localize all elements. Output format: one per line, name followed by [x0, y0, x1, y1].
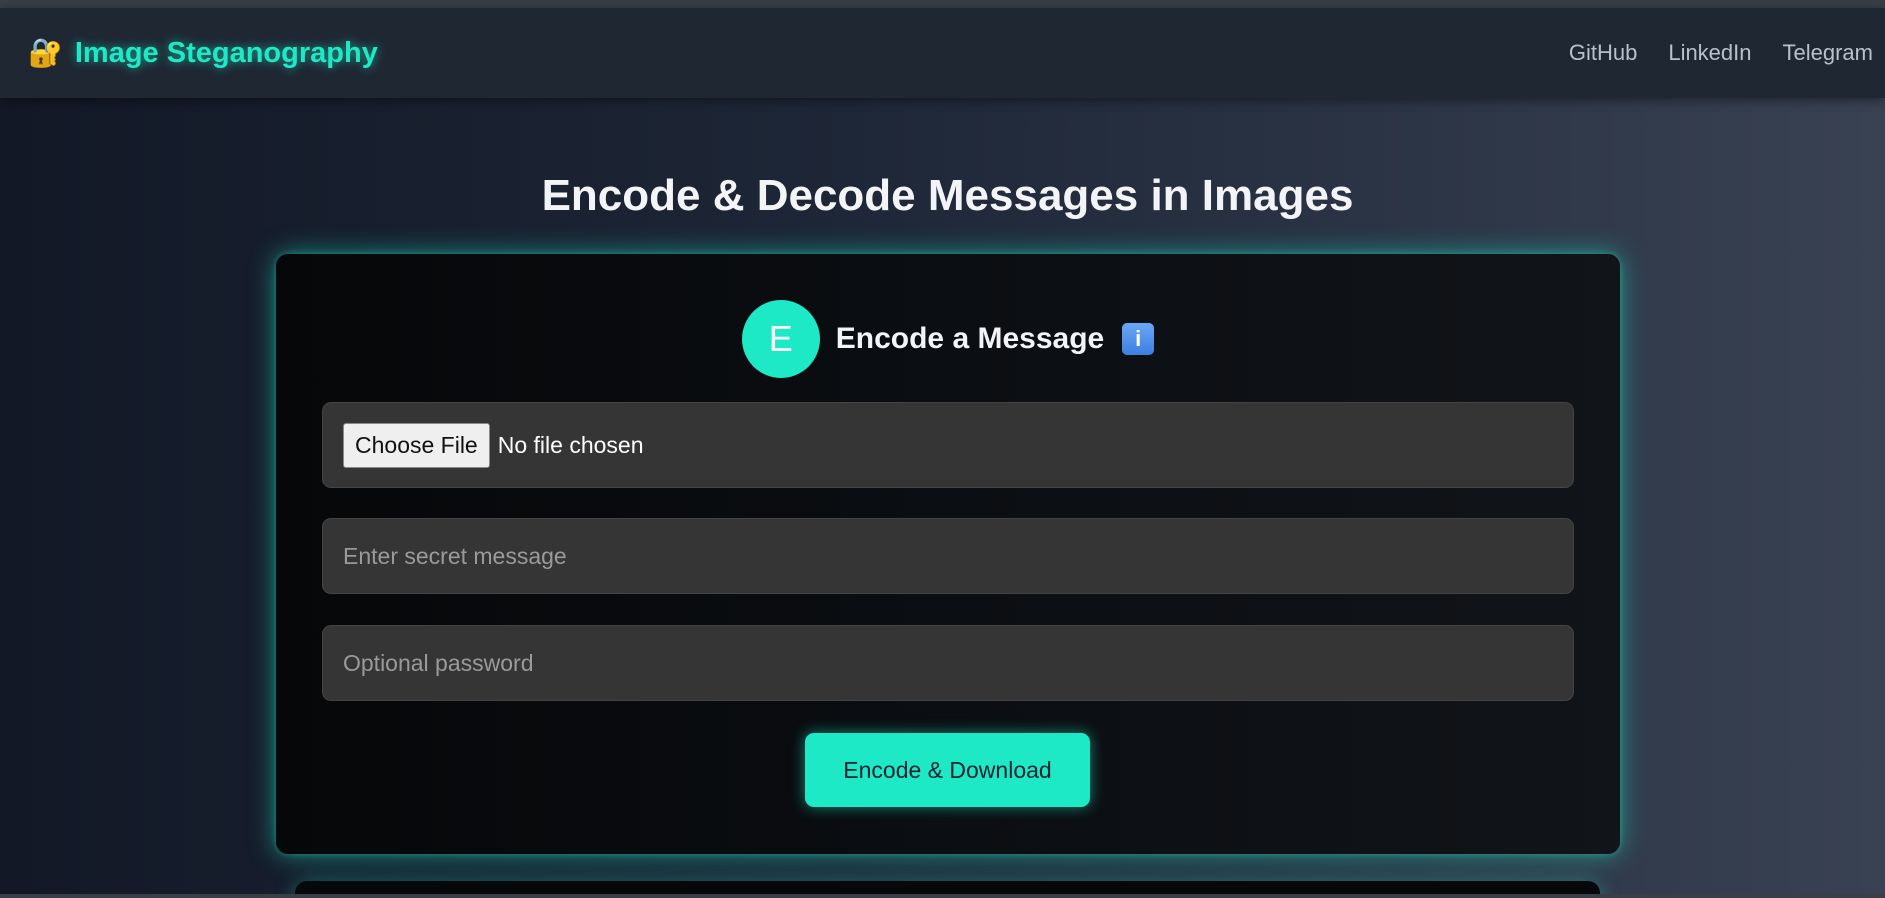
- file-status-text: No file chosen: [497, 431, 644, 458]
- brand[interactable]: 🔐 Image Steganography: [28, 37, 378, 70]
- password-field[interactable]: [322, 625, 1574, 701]
- encode-card-title: Encode a Message: [835, 322, 1105, 355]
- page: 🔐 Image Steganography GitHub LinkedIn Te…: [0, 0, 1885, 898]
- password-input[interactable]: [323, 626, 1573, 700]
- browser-bottom-strip: [0, 894, 1885, 898]
- encode-badge: E: [741, 300, 820, 378]
- secret-message-field[interactable]: [322, 518, 1574, 594]
- browser-top-strip: [0, 0, 1885, 8]
- lock-with-key-icon: 🔐: [28, 37, 63, 68]
- info-icon[interactable]: i: [1122, 323, 1155, 355]
- encode-card-header: E Encode a Message i: [276, 300, 1620, 378]
- page-title: Encode & Decode Messages in Images: [541, 171, 1354, 220]
- secret-message-input[interactable]: [323, 519, 1573, 593]
- nav-link-github[interactable]: GitHub: [1569, 40, 1637, 66]
- encode-card: E Encode a Message i Choose File No file…: [276, 254, 1620, 854]
- nav-link-telegram[interactable]: Telegram: [1783, 40, 1873, 66]
- file-input-field[interactable]: Choose File No file chosen: [322, 402, 1574, 488]
- nav-links: GitHub LinkedIn Telegram: [1569, 40, 1873, 66]
- choose-file-button[interactable]: Choose File: [343, 422, 490, 468]
- brand-title: Image Steganography: [74, 36, 378, 69]
- navbar: 🔐 Image Steganography GitHub LinkedIn Te…: [0, 8, 1885, 98]
- nav-link-linkedin[interactable]: LinkedIn: [1668, 40, 1751, 66]
- encode-download-button[interactable]: Encode & Download: [805, 733, 1090, 807]
